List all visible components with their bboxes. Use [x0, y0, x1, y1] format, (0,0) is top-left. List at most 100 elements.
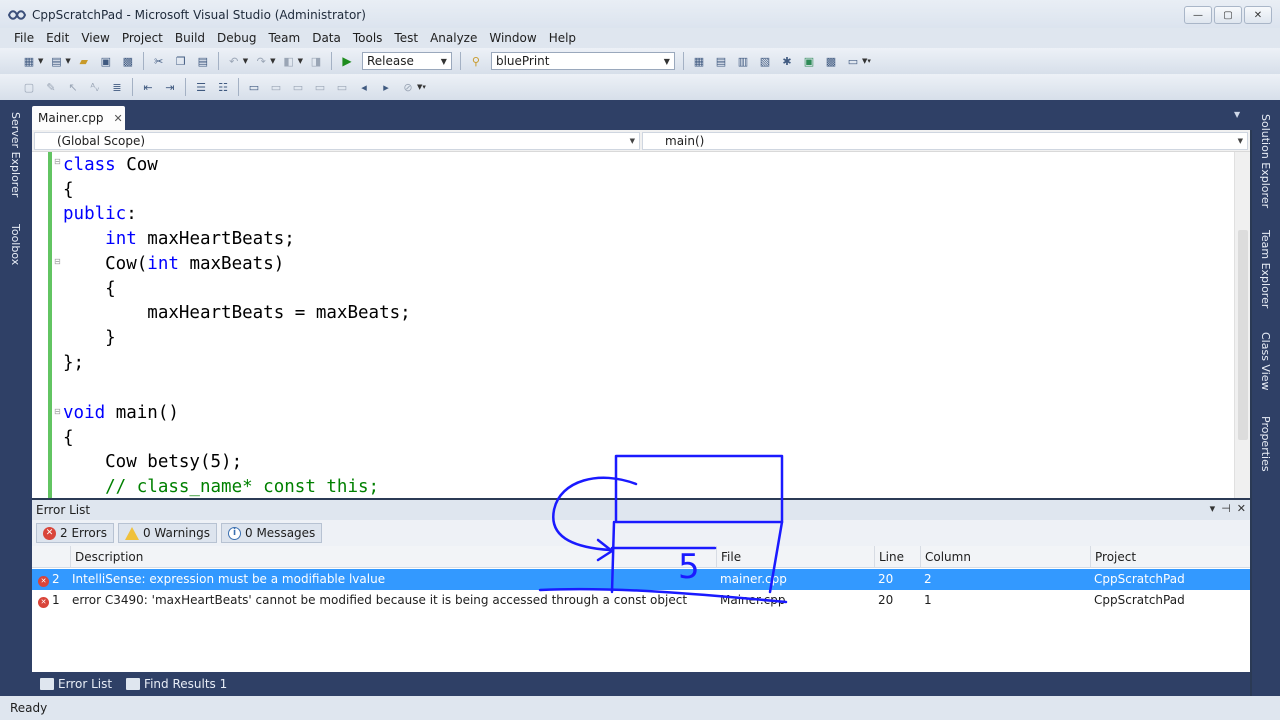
next-bookmark-document-icon[interactable]: ▸	[378, 79, 394, 95]
close-icon[interactable]: ✕	[1237, 502, 1246, 515]
toolbar-options-icon[interactable]: ▾	[422, 83, 426, 91]
word-completion-icon[interactable]: ᴬᵥ	[87, 79, 103, 95]
column-project[interactable]: Project	[1090, 546, 1250, 568]
toolbox-icon[interactable]: ▧	[757, 53, 773, 69]
menu-view[interactable]: View	[75, 31, 115, 45]
chevron-down-icon[interactable]: ▼	[38, 57, 43, 65]
messages-filter-button[interactable]: i 0 Messages	[221, 523, 323, 543]
outdent-icon[interactable]: ≣	[109, 79, 125, 95]
collapse-icon[interactable]: ⊟	[54, 407, 61, 416]
chevron-down-icon[interactable]: ▼	[270, 57, 275, 65]
menu-analyze[interactable]: Analyze	[424, 31, 483, 45]
next-bookmark-folder-icon[interactable]: ▭	[334, 79, 350, 95]
previous-bookmark-folder-icon[interactable]: ▭	[312, 79, 328, 95]
tab-label: Mainer.cpp	[38, 111, 104, 125]
tab-mainer-cpp[interactable]: Mainer.cpp ✕	[32, 106, 125, 130]
decrease-indent-icon[interactable]: ⇤	[140, 79, 156, 95]
start-debugging-icon[interactable]: ▶	[339, 53, 355, 69]
scrollbar-thumb[interactable]	[1238, 230, 1248, 440]
uncomment-icon[interactable]: ☷	[215, 79, 231, 95]
column-column[interactable]: Column	[920, 546, 1090, 568]
paste-icon[interactable]: ▤	[195, 53, 211, 69]
warnings-filter-button[interactable]: 0 Warnings	[117, 523, 217, 543]
previous-bookmark-icon[interactable]: ▭	[268, 79, 284, 95]
find-in-files-icon[interactable]: ⚲	[468, 53, 484, 69]
collapse-icon[interactable]: ⊟	[54, 257, 61, 266]
menu-build[interactable]: Build	[169, 31, 211, 45]
properties-window-icon[interactable]: ▤	[713, 53, 729, 69]
member-select[interactable]: main() ▼	[642, 132, 1248, 150]
error-row[interactable]: ✕ 1 error C3490: 'maxHeartBeats' cannot …	[32, 590, 1250, 611]
standard-toolbar: ▦ ▼ ▤ ▼ ▰ ▣ ▩ ✂ ❐ ▤ ↶ ▼ ↷ ▼ ◧ ▼ ◨ ▶ Release ▼…	[0, 48, 1280, 74]
new-project-icon[interactable]: ▦	[21, 53, 37, 69]
redo-icon[interactable]: ↷	[253, 53, 269, 69]
navigate-backward-icon[interactable]: ◧	[281, 53, 297, 69]
title-bar: CppScratchPad - Microsoft Visual Studio …	[0, 0, 1280, 30]
scope-select[interactable]: (Global Scope) ▼	[34, 132, 640, 150]
chevron-down-icon[interactable]: ▼	[65, 57, 70, 65]
collapse-icon[interactable]: ⊟	[54, 157, 61, 166]
window-position-icon[interactable]: ▾	[1210, 502, 1216, 515]
comment-out-icon[interactable]: ☰	[193, 79, 209, 95]
navigate-forward-icon[interactable]: ◨	[308, 53, 324, 69]
column-file[interactable]: File	[716, 546, 874, 568]
auto-hide-pin-icon[interactable]: ⊣	[1221, 502, 1231, 515]
code-editor[interactable]: ⊟ ⊟ ⊟ class Cow { public: int maxHeartBe…	[32, 152, 1250, 498]
open-folder-icon[interactable]: ▰	[76, 53, 92, 69]
menu-project[interactable]: Project	[116, 31, 169, 45]
undo-icon[interactable]: ↶	[226, 53, 242, 69]
toggle-bookmark-icon[interactable]: ▭	[246, 79, 262, 95]
error-row[interactable]: ✕ 2 IntelliSense: expression must be a m…	[32, 569, 1250, 590]
menu-data[interactable]: Data	[306, 31, 347, 45]
toolbox-tab[interactable]: Toolbox	[9, 224, 22, 265]
save-all-icon[interactable]: ▩	[120, 53, 136, 69]
menu-file[interactable]: File	[8, 31, 40, 45]
save-icon[interactable]: ▣	[98, 53, 114, 69]
extension-manager-icon[interactable]: ▣	[801, 53, 817, 69]
editor-vertical-scrollbar[interactable]	[1234, 152, 1250, 498]
previous-bookmark-document-icon[interactable]: ◂	[356, 79, 372, 95]
maximize-button[interactable]: ▢	[1214, 6, 1242, 24]
copy-icon[interactable]: ❐	[173, 53, 189, 69]
quick-info-icon[interactable]: ↖	[65, 79, 81, 95]
menu-team[interactable]: Team	[262, 31, 306, 45]
toolbar-options-icon[interactable]: ▾	[867, 57, 871, 65]
active-files-dropdown-icon[interactable]: ▼	[1234, 110, 1240, 119]
close-icon[interactable]: ✕	[114, 112, 123, 125]
menu-edit[interactable]: Edit	[40, 31, 75, 45]
clear-bookmarks-icon[interactable]: ⊘	[400, 79, 416, 95]
close-button[interactable]: ✕	[1244, 6, 1272, 24]
command-window-icon[interactable]: ▭	[845, 53, 861, 69]
menu-window[interactable]: Window	[483, 31, 542, 45]
chevron-down-icon[interactable]: ▼	[243, 57, 248, 65]
class-view-tab[interactable]: Class View	[1259, 332, 1272, 391]
column-description[interactable]: Description	[70, 546, 716, 568]
start-page-icon[interactable]: ▩	[823, 53, 839, 69]
solution-explorer-tab[interactable]: Solution Explorer	[1259, 114, 1272, 208]
parameter-info-icon[interactable]: ✎	[43, 79, 59, 95]
column-line[interactable]: Line	[874, 546, 920, 568]
solution-configuration-select[interactable]: Release ▼	[361, 52, 452, 70]
chevron-down-icon[interactable]: ▼	[298, 57, 303, 65]
minimize-button[interactable]: —	[1184, 6, 1212, 24]
errors-filter-button[interactable]: ✕ 2 Errors	[36, 523, 114, 543]
cut-icon[interactable]: ✂	[151, 53, 167, 69]
solution-explorer-icon[interactable]: ▦	[691, 53, 707, 69]
team-explorer-tab[interactable]: Team Explorer	[1259, 230, 1272, 308]
warnings-filter-label: 0 Warnings	[142, 526, 210, 540]
tab-find-results[interactable]: Find Results 1	[122, 677, 231, 691]
menu-help[interactable]: Help	[543, 31, 582, 45]
menu-tools[interactable]: Tools	[347, 31, 389, 45]
menu-debug[interactable]: Debug	[211, 31, 262, 45]
menu-test[interactable]: Test	[388, 31, 424, 45]
find-combo[interactable]: bluePrint ▼	[490, 52, 675, 70]
add-item-icon[interactable]: ▤	[48, 53, 64, 69]
object-browser-icon[interactable]: ▥	[735, 53, 751, 69]
display-object-member-list-icon[interactable]: ▢	[21, 79, 37, 95]
team-explorer-icon[interactable]: ✱	[779, 53, 795, 69]
properties-tab[interactable]: Properties	[1259, 416, 1272, 472]
tab-error-list[interactable]: Error List	[36, 677, 116, 691]
server-explorer-tab[interactable]: Server Explorer	[9, 112, 22, 197]
next-bookmark-icon[interactable]: ▭	[290, 79, 306, 95]
increase-indent-icon[interactable]: ⇥	[162, 79, 178, 95]
